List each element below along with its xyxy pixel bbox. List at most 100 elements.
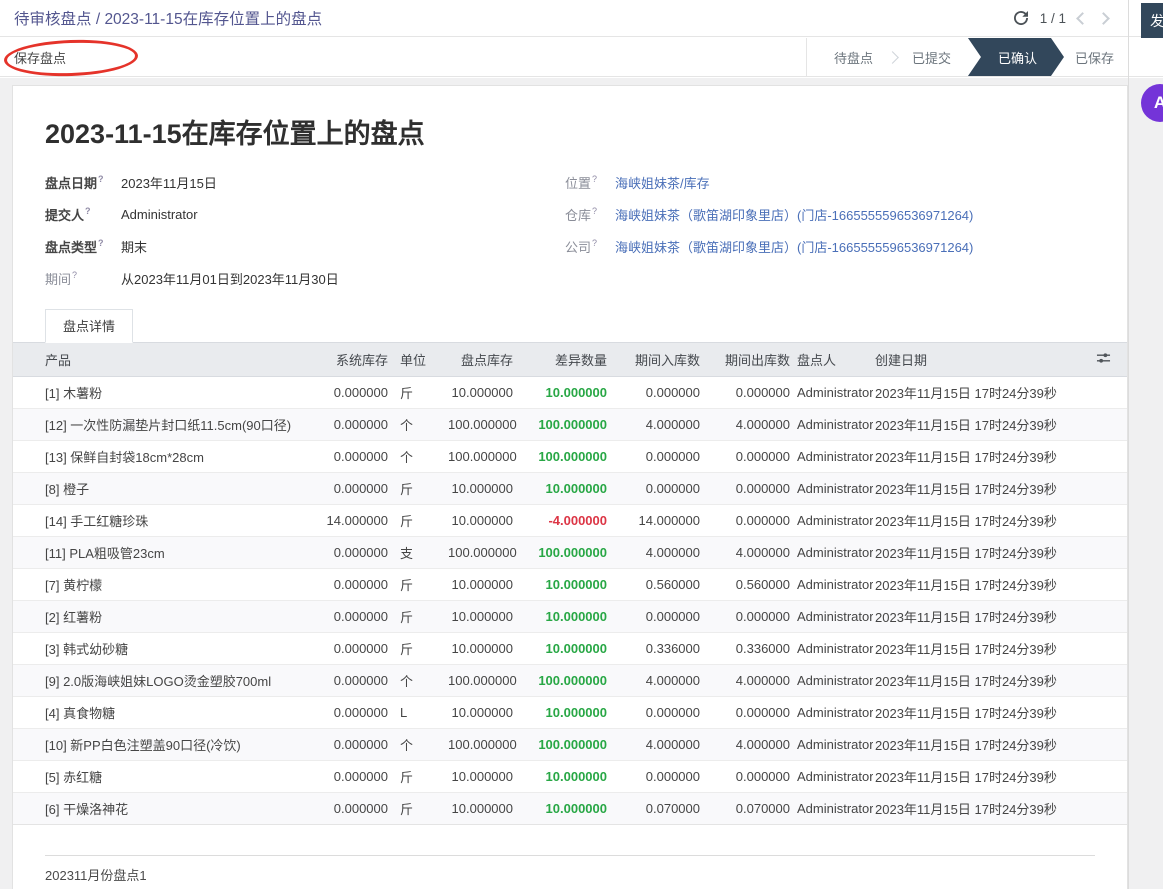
cell-product[interactable]: [7] 黄柠檬 <box>13 569 308 601</box>
status-step-submitted[interactable]: 已提交 <box>899 38 964 76</box>
cell-system-qty[interactable]: 0.000000 <box>308 697 398 729</box>
cell-created[interactable]: 2023年11月15日 17时24分39秒 <box>873 665 1079 697</box>
col-created[interactable]: 创建日期 <box>873 343 1079 377</box>
col-counter[interactable]: 盘点人 <box>795 343 873 377</box>
status-step-pending[interactable]: 待盘点 <box>821 38 886 76</box>
optional-columns-icon[interactable] <box>1079 343 1127 377</box>
tab-inventory-details[interactable]: 盘点详情 <box>45 309 133 343</box>
cell-counted-qty[interactable]: 10.000000 <box>448 633 523 665</box>
table-row[interactable]: [1] 木薯粉0.000000斤10.00000010.0000000.0000… <box>13 377 1127 409</box>
cell-diff-qty[interactable]: 10.000000 <box>523 633 617 665</box>
cell-diff-qty[interactable]: 10.000000 <box>523 697 617 729</box>
cell-period-in[interactable]: 0.000000 <box>617 761 710 793</box>
cell-diff-qty[interactable]: 100.000000 <box>523 537 617 569</box>
cell-period-in[interactable]: 4.000000 <box>617 729 710 761</box>
cell-product[interactable]: [1] 木薯粉 <box>13 377 308 409</box>
cell-counted-qty[interactable]: 100.000000 <box>448 441 523 473</box>
company-link[interactable]: 海峡姐妹茶（歌笛湖印象里店）(门店-1665555596536971264) <box>615 237 973 256</box>
cell-counted-qty[interactable]: 10.000000 <box>448 761 523 793</box>
cell-uom[interactable]: 个 <box>398 665 448 697</box>
cell-counter[interactable]: Administrator <box>795 761 873 793</box>
table-row[interactable]: [3] 韩式幼砂糖0.000000斤10.00000010.0000000.33… <box>13 633 1127 665</box>
cell-period-in[interactable]: 0.560000 <box>617 569 710 601</box>
cell-counter[interactable]: Administrator <box>795 601 873 633</box>
cell-system-qty[interactable]: 0.000000 <box>308 665 398 697</box>
cell-system-qty[interactable]: 0.000000 <box>308 537 398 569</box>
pager-previous-icon[interactable] <box>1076 12 1089 25</box>
cell-product[interactable]: [2] 红薯粉 <box>13 601 308 633</box>
breadcrumb-parent-link[interactable]: 待审核盘点 <box>14 11 92 28</box>
cell-uom[interactable]: L <box>398 697 448 729</box>
warehouse-link[interactable]: 海峡姐妹茶（歌笛湖印象里店）(门店-1665555596536971264) <box>615 205 973 224</box>
cell-product[interactable]: [13] 保鲜自封袋18cm*28cm <box>13 441 308 473</box>
cell-counter[interactable]: Administrator <box>795 505 873 537</box>
col-period-in[interactable]: 期间入库数 <box>617 343 710 377</box>
cell-period-out[interactable]: 4.000000 <box>710 729 795 761</box>
col-diff-qty[interactable]: 差异数量 <box>523 343 617 377</box>
cell-period-in[interactable]: 0.000000 <box>617 377 710 409</box>
cell-system-qty[interactable]: 0.000000 <box>308 377 398 409</box>
cell-period-out[interactable]: 4.000000 <box>710 537 795 569</box>
cell-counter[interactable]: Administrator <box>795 729 873 761</box>
table-row[interactable]: [9] 2.0版海峡姐妹LOGO烫金塑胶700ml0.000000个 100.00… <box>13 665 1127 697</box>
cell-diff-qty[interactable]: 10.000000 <box>523 569 617 601</box>
table-row[interactable]: [6] 干燥洛神花0.000000斤10.00000010.0000000.07… <box>13 793 1127 825</box>
cell-system-qty[interactable]: 0.000000 <box>308 761 398 793</box>
cell-period-out[interactable]: 0.000000 <box>710 601 795 633</box>
cell-product[interactable]: [6] 干燥洛神花 <box>13 793 308 825</box>
cell-period-out[interactable]: 0.000000 <box>710 505 795 537</box>
cell-counter[interactable]: Administrator <box>795 537 873 569</box>
cell-period-out[interactable]: 0.000000 <box>710 377 795 409</box>
cell-product[interactable]: [8] 橙子 <box>13 473 308 505</box>
cell-counter[interactable]: Administrator <box>795 441 873 473</box>
cell-counted-qty[interactable]: 10.000000 <box>448 569 523 601</box>
cell-period-in[interactable]: 0.070000 <box>617 793 710 825</box>
cell-system-qty[interactable]: 0.000000 <box>308 441 398 473</box>
refresh-icon[interactable] <box>1014 11 1028 25</box>
cell-uom[interactable]: 支 <box>398 537 448 569</box>
cell-uom[interactable]: 个 <box>398 729 448 761</box>
cell-counted-qty[interactable]: 10.000000 <box>448 377 523 409</box>
cell-uom[interactable]: 斤 <box>398 633 448 665</box>
col-counted-qty[interactable]: 盘点库存 <box>448 343 523 377</box>
cell-created[interactable]: 2023年11月15日 17时24分39秒 <box>873 697 1079 729</box>
cell-period-in[interactable]: 4.000000 <box>617 665 710 697</box>
table-row[interactable]: [14] 手工红糖珍珠14.000000斤10.000000-4.0000001… <box>13 505 1127 537</box>
cell-system-qty[interactable]: 0.000000 <box>308 601 398 633</box>
cell-created[interactable]: 2023年11月15日 17时24分39秒 <box>873 761 1079 793</box>
table-row[interactable]: [4] 真食物糖0.000000L10.00000010.0000000.000… <box>13 697 1127 729</box>
table-row[interactable]: [10] 新PP白色注塑盖90口径(冷饮)0.000000个100.000000… <box>13 729 1127 761</box>
cell-created[interactable]: 2023年11月15日 17时24分39秒 <box>873 505 1079 537</box>
cell-uom[interactable]: 斤 <box>398 601 448 633</box>
cell-system-qty[interactable]: 0.000000 <box>308 569 398 601</box>
cell-diff-qty[interactable]: 100.000000 <box>523 665 617 697</box>
cell-period-out[interactable]: 0.000000 <box>710 441 795 473</box>
cell-uom[interactable]: 个 <box>398 441 448 473</box>
cell-counted-qty[interactable]: 100.000000 <box>448 409 523 441</box>
cell-counter[interactable]: Administrator <box>795 409 873 441</box>
table-row[interactable]: [11] PLA粗吸管23cm0.000000支100.000000100.00… <box>13 537 1127 569</box>
cell-period-out[interactable]: 0.000000 <box>710 697 795 729</box>
cell-period-out[interactable]: 0.070000 <box>710 793 795 825</box>
cell-diff-qty[interactable]: 10.000000 <box>523 761 617 793</box>
cell-counter[interactable]: Administrator <box>795 569 873 601</box>
cell-product[interactable]: [12] 一次性防漏垫片封口纸11.5cm(90口径) <box>13 409 308 441</box>
cell-counter[interactable]: Administrator <box>795 473 873 505</box>
cell-counter[interactable]: Administrator <box>795 665 873 697</box>
cell-uom[interactable]: 斤 <box>398 377 448 409</box>
cell-created[interactable]: 2023年11月15日 17时24分39秒 <box>873 441 1079 473</box>
cell-system-qty[interactable]: 0.000000 <box>308 473 398 505</box>
cell-counted-qty[interactable]: 10.000000 <box>448 793 523 825</box>
cell-created[interactable]: 2023年11月15日 17时24分39秒 <box>873 633 1079 665</box>
cell-created[interactable]: 2023年11月15日 17时24分39秒 <box>873 601 1079 633</box>
table-row[interactable]: [8] 橙子0.000000斤10.00000010.0000000.00000… <box>13 473 1127 505</box>
cell-uom[interactable]: 斤 <box>398 569 448 601</box>
cell-diff-qty[interactable]: 10.000000 <box>523 473 617 505</box>
cell-diff-qty[interactable]: 100.000000 <box>523 409 617 441</box>
cell-counter[interactable]: Administrator <box>795 633 873 665</box>
cell-product[interactable]: [3] 韩式幼砂糖 <box>13 633 308 665</box>
cell-counted-qty[interactable]: 10.000000 <box>448 473 523 505</box>
cell-created[interactable]: 2023年11月15日 17时24分39秒 <box>873 569 1079 601</box>
cell-product[interactable]: [9] 2.0版海峡姐妹LOGO烫金塑胶700ml <box>13 665 308 697</box>
table-row[interactable]: [13] 保鲜自封袋18cm*28cm0.000000个100.00000010… <box>13 441 1127 473</box>
